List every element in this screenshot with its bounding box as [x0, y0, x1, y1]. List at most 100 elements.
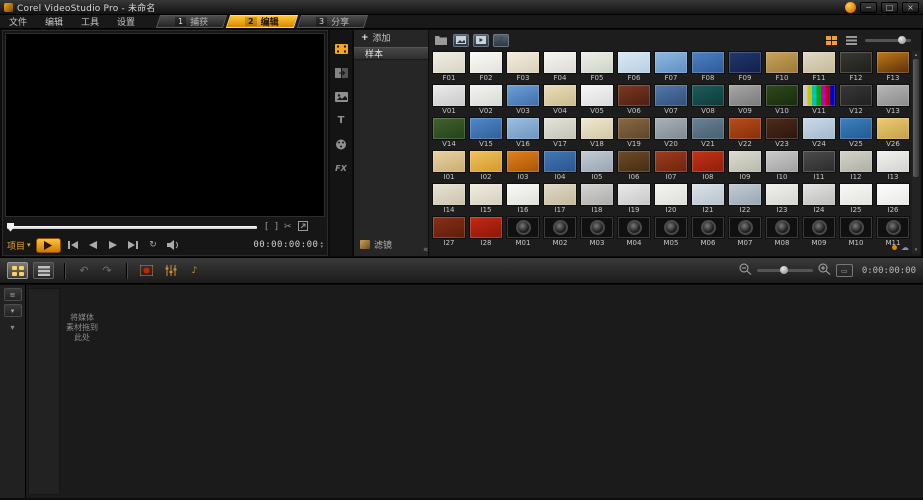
gallery-thumbnail[interactable]	[765, 51, 799, 74]
gallery-media-item[interactable]: I02	[469, 150, 503, 183]
step-tab-capture[interactable]: 1捕获	[156, 15, 227, 28]
show-photos-toggle[interactable]	[453, 34, 469, 47]
slider-knob[interactable]	[898, 36, 906, 44]
gallery-thumbnail[interactable]	[432, 216, 466, 239]
gallery-media-item[interactable]: F02	[469, 51, 503, 84]
show-videos-toggle[interactable]	[473, 34, 489, 47]
gallery-media-item[interactable]: V01	[432, 84, 466, 117]
gallery-thumbnail[interactable]	[876, 183, 910, 206]
sound-mixer-button[interactable]	[161, 263, 180, 279]
gallery-thumbnail[interactable]	[728, 183, 762, 206]
gallery-thumbnail[interactable]	[543, 216, 577, 239]
gallery-media-item[interactable]: I09	[728, 150, 762, 183]
gallery-media-item[interactable]: I22	[728, 183, 762, 216]
gallery-audio-item[interactable]: M08	[765, 216, 799, 249]
gallery-media-item[interactable]: V22	[728, 117, 762, 150]
transition-library-icon[interactable]	[330, 62, 352, 83]
gallery-media-item[interactable]: V21	[691, 117, 725, 150]
scrollbar-thumb[interactable]	[913, 59, 919, 177]
gallery-media-item[interactable]: F12	[839, 51, 873, 84]
gallery-thumbnail[interactable]	[580, 150, 614, 173]
record-capture-button[interactable]	[137, 263, 156, 279]
gallery-media-item[interactable]: V23	[765, 117, 799, 150]
gallery-media-item[interactable]: F11	[802, 51, 836, 84]
gallery-thumbnail[interactable]	[469, 183, 503, 206]
graphic-library-icon[interactable]	[330, 134, 352, 155]
gallery-media-item[interactable]: V13	[876, 84, 910, 117]
gallery-media-item[interactable]: V25	[839, 117, 873, 150]
gallery-audio-item[interactable]: M03	[580, 216, 614, 249]
gallery-thumbnail[interactable]	[617, 183, 651, 206]
menu-settings[interactable]: 设置	[108, 15, 144, 28]
gallery-media-item[interactable]: V02	[469, 84, 503, 117]
gallery-thumbnail[interactable]	[617, 84, 651, 107]
step-tab-share[interactable]: 3分享	[297, 15, 368, 28]
gallery-media-item[interactable]: V20	[654, 117, 688, 150]
scrubber-track[interactable]	[7, 226, 257, 229]
timeline-track-area[interactable]: 将媒体 素材拖到 此处	[26, 285, 923, 498]
gallery-thumbnail[interactable]	[432, 84, 466, 107]
gallery-thumbnail[interactable]	[506, 183, 540, 206]
next-frame-button[interactable]	[106, 239, 121, 252]
mark-out-button[interactable]: ]	[275, 222, 279, 232]
gallery-thumbnail[interactable]	[691, 117, 725, 140]
gallery-thumbnail[interactable]	[543, 183, 577, 206]
gallery-media-item[interactable]: V15	[469, 117, 503, 150]
gallery-thumbnail[interactable]	[506, 84, 540, 107]
gallery-media-item[interactable]: V17	[543, 117, 577, 150]
gallery-thumbnail[interactable]	[506, 150, 540, 173]
gallery-thumbnail[interactable]	[691, 183, 725, 206]
step-tab-edit[interactable]: 2编辑	[226, 15, 298, 28]
gallery-media-item[interactable]: I21	[691, 183, 725, 216]
gallery-thumbnail[interactable]	[839, 216, 873, 239]
gallery-media-item[interactable]: I12	[839, 150, 873, 183]
gallery-audio-item[interactable]: M02	[543, 216, 577, 249]
gallery-media-item[interactable]: I07	[654, 150, 688, 183]
gallery-media-item[interactable]: I17	[543, 183, 577, 216]
gallery-media-item[interactable]: I14	[432, 183, 466, 216]
track-manager-button[interactable]: ≡	[4, 288, 22, 301]
gallery-thumbnail[interactable]	[506, 216, 540, 239]
gallery-audio-item[interactable]: M06	[691, 216, 725, 249]
gallery-thumbnail[interactable]	[765, 183, 799, 206]
enlarge-preview-button[interactable]	[298, 221, 308, 234]
scroll-down-icon[interactable]: ▾	[912, 247, 920, 253]
library-footer[interactable]: 滤镜	[360, 238, 392, 251]
gallery-media-item[interactable]: F03	[506, 51, 540, 84]
gallery-media-item[interactable]: I19	[617, 183, 651, 216]
gallery-media-item[interactable]: F06	[617, 51, 651, 84]
gallery-media-item[interactable]: I08	[691, 150, 725, 183]
add-folder-button[interactable]: + 添加	[354, 30, 428, 45]
scroll-up-icon[interactable]: ▴	[912, 52, 920, 58]
gallery-media-item[interactable]: I13	[876, 150, 910, 183]
repeat-button[interactable]: ↻	[146, 239, 161, 252]
gallery-thumbnail[interactable]	[802, 117, 836, 140]
zoom-out-button[interactable]	[739, 263, 752, 278]
gallery-media-item[interactable]: F13	[876, 51, 910, 84]
media-library-icon[interactable]	[330, 38, 352, 59]
gallery-thumbnail[interactable]	[765, 216, 799, 239]
gallery-thumbnail[interactable]	[691, 84, 725, 107]
gallery-thumbnail[interactable]	[469, 150, 503, 173]
split-clip-button[interactable]: ✂	[284, 222, 292, 232]
gallery-media-item[interactable]: I15	[469, 183, 503, 216]
gallery-media-item[interactable]: V09	[728, 84, 762, 117]
gallery-thumbnail[interactable]	[765, 150, 799, 173]
gallery-thumbnail[interactable]	[839, 51, 873, 74]
gallery-thumbnail[interactable]	[654, 183, 688, 206]
thumbnail-size-slider[interactable]	[865, 39, 911, 42]
gallery-thumbnail[interactable]	[580, 183, 614, 206]
list-view-button[interactable]	[843, 34, 859, 47]
volume-button[interactable]	[166, 239, 181, 252]
go-to-start-button[interactable]	[66, 239, 81, 252]
gallery-thumbnail[interactable]	[617, 150, 651, 173]
playback-mode-selector[interactable]: 项目 ▾	[7, 239, 31, 252]
gallery-media-item[interactable]: V05	[580, 84, 614, 117]
gallery-thumbnail[interactable]	[506, 117, 540, 140]
gallery-media-item[interactable]: V06	[617, 84, 651, 117]
play-button[interactable]	[36, 238, 61, 253]
gallery-media-item[interactable]: V14	[432, 117, 466, 150]
gallery-media-item[interactable]: F07	[654, 51, 688, 84]
gallery-media-item[interactable]: F04	[543, 51, 577, 84]
gallery-audio-item[interactable]: M05	[654, 216, 688, 249]
